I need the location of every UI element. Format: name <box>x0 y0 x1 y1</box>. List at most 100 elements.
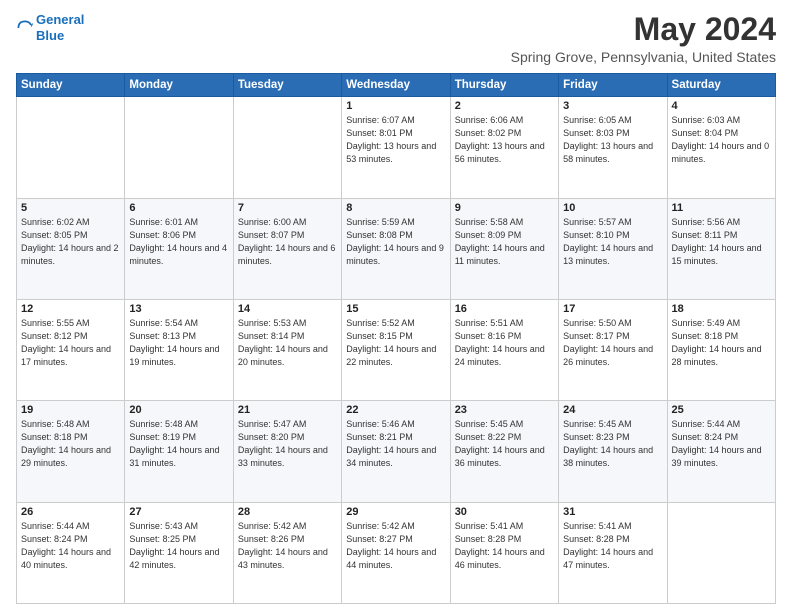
calendar-cell-4-2: 20 Sunrise: 5:48 AM Sunset: 8:19 PM Dayli… <box>125 401 233 502</box>
day-info: Sunrise: 5:56 AM Sunset: 8:11 PM Dayligh… <box>672 216 771 268</box>
day-info: Sunrise: 5:44 AM Sunset: 8:24 PM Dayligh… <box>672 418 771 470</box>
calendar-cell-3-3: 14 Sunrise: 5:53 AM Sunset: 8:14 PM Dayli… <box>233 299 341 400</box>
calendar-week-1: 1 Sunrise: 6:07 AM Sunset: 8:01 PM Daylig… <box>17 97 776 198</box>
day-info: Sunrise: 5:41 AM Sunset: 8:28 PM Dayligh… <box>455 520 554 572</box>
day-number: 28 <box>238 506 337 518</box>
day-number: 31 <box>563 506 662 518</box>
day-number: 22 <box>346 404 445 416</box>
day-info: Sunrise: 5:59 AM Sunset: 8:08 PM Dayligh… <box>346 216 445 268</box>
calendar-cell-1-7: 4Sunrise: 6:03 AM Sunset: 8:04 PM Daylig… <box>667 97 775 198</box>
calendar-cell-5-2: 27 Sunrise: 5:43 AM Sunset: 8:25 PM Dayli… <box>125 502 233 603</box>
day-info: Sunrise: 5:48 AM Sunset: 8:19 PM Dayligh… <box>129 418 228 470</box>
day-number: 13 <box>129 303 228 315</box>
calendar-cell-3-1: 12Sunrise: 5:55 AM Sunset: 8:12 PM Dayli… <box>17 299 125 400</box>
logo: General Blue <box>16 12 84 43</box>
day-number: 5 <box>21 202 120 214</box>
day-info: Sunrise: 6:00 AM Sunset: 8:07 PM Dayligh… <box>238 216 337 268</box>
calendar-cell-5-7 <box>667 502 775 603</box>
day-number: 24 <box>563 404 662 416</box>
day-number: 11 <box>672 202 771 214</box>
calendar-cell-1-4: 1 Sunrise: 6:07 AM Sunset: 8:01 PM Daylig… <box>342 97 450 198</box>
day-number: 17 <box>563 303 662 315</box>
day-info: Sunrise: 6:07 AM Sunset: 8:01 PM Dayligh… <box>346 114 445 166</box>
calendar-cell-3-2: 13 Sunrise: 5:54 AM Sunset: 8:13 PM Dayli… <box>125 299 233 400</box>
day-number: 3 <box>563 100 662 112</box>
day-info: Sunrise: 5:46 AM Sunset: 8:21 PM Dayligh… <box>346 418 445 470</box>
day-number: 18 <box>672 303 771 315</box>
day-info: Sunrise: 5:53 AM Sunset: 8:14 PM Dayligh… <box>238 317 337 369</box>
day-number: 1 <box>346 100 445 112</box>
day-info: Sunrise: 5:55 AM Sunset: 8:12 PM Dayligh… <box>21 317 120 369</box>
logo-icon <box>16 19 34 37</box>
day-info: Sunrise: 6:02 AM Sunset: 8:05 PM Dayligh… <box>21 216 120 268</box>
calendar-cell-1-5: 2 Sunrise: 6:06 AM Sunset: 8:02 PM Daylig… <box>450 97 558 198</box>
calendar-cell-4-3: 21Sunrise: 5:47 AM Sunset: 8:20 PM Dayli… <box>233 401 341 502</box>
logo-line2: Blue <box>36 28 64 43</box>
day-info: Sunrise: 5:45 AM Sunset: 8:22 PM Dayligh… <box>455 418 554 470</box>
day-number: 16 <box>455 303 554 315</box>
day-number: 19 <box>21 404 120 416</box>
day-number: 4 <box>672 100 771 112</box>
calendar-cell-5-4: 29Sunrise: 5:42 AM Sunset: 8:27 PM Dayli… <box>342 502 450 603</box>
day-number: 2 <box>455 100 554 112</box>
calendar-cell-3-5: 16 Sunrise: 5:51 AM Sunset: 8:16 PM Dayli… <box>450 299 558 400</box>
calendar-cell-1-1 <box>17 97 125 198</box>
title-section: May 2024 Spring Grove, Pennsylvania, Uni… <box>511 12 776 65</box>
calendar-week-4: 19 Sunrise: 5:48 AM Sunset: 8:18 PM Dayli… <box>17 401 776 502</box>
day-info: Sunrise: 5:42 AM Sunset: 8:26 PM Dayligh… <box>238 520 337 572</box>
calendar-week-3: 12Sunrise: 5:55 AM Sunset: 8:12 PM Dayli… <box>17 299 776 400</box>
calendar-cell-4-7: 25 Sunrise: 5:44 AM Sunset: 8:24 PM Dayli… <box>667 401 775 502</box>
calendar-cell-5-1: 26 Sunrise: 5:44 AM Sunset: 8:24 PM Dayli… <box>17 502 125 603</box>
day-info: Sunrise: 5:47 AM Sunset: 8:20 PM Dayligh… <box>238 418 337 470</box>
calendar-cell-2-2: 6Sunrise: 6:01 AM Sunset: 8:06 PM Daylig… <box>125 198 233 299</box>
day-number: 29 <box>346 506 445 518</box>
day-number: 23 <box>455 404 554 416</box>
day-info: Sunrise: 5:43 AM Sunset: 8:25 PM Dayligh… <box>129 520 228 572</box>
day-info: Sunrise: 5:54 AM Sunset: 8:13 PM Dayligh… <box>129 317 228 369</box>
logo-line1: General <box>36 12 84 27</box>
col-saturday: Saturday <box>667 74 775 97</box>
calendar-cell-1-2 <box>125 97 233 198</box>
day-number: 27 <box>129 506 228 518</box>
calendar-cell-5-6: 31 Sunrise: 5:41 AM Sunset: 8:28 PM Dayli… <box>559 502 667 603</box>
calendar-cell-4-5: 23 Sunrise: 5:45 AM Sunset: 8:22 PM Dayli… <box>450 401 558 502</box>
day-number: 20 <box>129 404 228 416</box>
day-number: 14 <box>238 303 337 315</box>
day-info: Sunrise: 5:51 AM Sunset: 8:16 PM Dayligh… <box>455 317 554 369</box>
calendar-cell-5-3: 28 Sunrise: 5:42 AM Sunset: 8:26 PM Dayli… <box>233 502 341 603</box>
calendar-cell-4-1: 19 Sunrise: 5:48 AM Sunset: 8:18 PM Dayli… <box>17 401 125 502</box>
calendar-cell-2-1: 5 Sunrise: 6:02 AM Sunset: 8:05 PM Daylig… <box>17 198 125 299</box>
day-number: 30 <box>455 506 554 518</box>
col-thursday: Thursday <box>450 74 558 97</box>
day-info: Sunrise: 5:48 AM Sunset: 8:18 PM Dayligh… <box>21 418 120 470</box>
subtitle: Spring Grove, Pennsylvania, United State… <box>511 49 776 65</box>
calendar-cell-2-3: 7Sunrise: 6:00 AM Sunset: 8:07 PM Daylig… <box>233 198 341 299</box>
calendar-cell-3-7: 18 Sunrise: 5:49 AM Sunset: 8:18 PM Dayli… <box>667 299 775 400</box>
calendar-week-5: 26 Sunrise: 5:44 AM Sunset: 8:24 PM Dayli… <box>17 502 776 603</box>
day-info: Sunrise: 5:57 AM Sunset: 8:10 PM Dayligh… <box>563 216 662 268</box>
calendar-cell-4-6: 24Sunrise: 5:45 AM Sunset: 8:23 PM Dayli… <box>559 401 667 502</box>
calendar-table: Sunday Monday Tuesday Wednesday Thursday… <box>16 73 776 604</box>
day-info: Sunrise: 6:06 AM Sunset: 8:02 PM Dayligh… <box>455 114 554 166</box>
day-info: Sunrise: 5:49 AM Sunset: 8:18 PM Dayligh… <box>672 317 771 369</box>
calendar-cell-2-7: 11 Sunrise: 5:56 AM Sunset: 8:11 PM Dayli… <box>667 198 775 299</box>
day-number: 10 <box>563 202 662 214</box>
day-number: 25 <box>672 404 771 416</box>
day-info: Sunrise: 5:58 AM Sunset: 8:09 PM Dayligh… <box>455 216 554 268</box>
day-info: Sunrise: 5:44 AM Sunset: 8:24 PM Dayligh… <box>21 520 120 572</box>
calendar-cell-2-4: 8Sunrise: 5:59 AM Sunset: 8:08 PM Daylig… <box>342 198 450 299</box>
calendar-cell-5-5: 30 Sunrise: 5:41 AM Sunset: 8:28 PM Dayli… <box>450 502 558 603</box>
calendar-header-row: Sunday Monday Tuesday Wednesday Thursday… <box>17 74 776 97</box>
day-info: Sunrise: 6:05 AM Sunset: 8:03 PM Dayligh… <box>563 114 662 166</box>
calendar-cell-2-5: 9 Sunrise: 5:58 AM Sunset: 8:09 PM Daylig… <box>450 198 558 299</box>
day-number: 26 <box>21 506 120 518</box>
col-wednesday: Wednesday <box>342 74 450 97</box>
day-number: 6 <box>129 202 228 214</box>
calendar-cell-1-3 <box>233 97 341 198</box>
logo-text: General Blue <box>36 12 84 43</box>
col-tuesday: Tuesday <box>233 74 341 97</box>
day-number: 15 <box>346 303 445 315</box>
page: General Blue May 2024 Spring Grove, Penn… <box>0 0 792 612</box>
day-number: 9 <box>455 202 554 214</box>
day-info: Sunrise: 5:41 AM Sunset: 8:28 PM Dayligh… <box>563 520 662 572</box>
